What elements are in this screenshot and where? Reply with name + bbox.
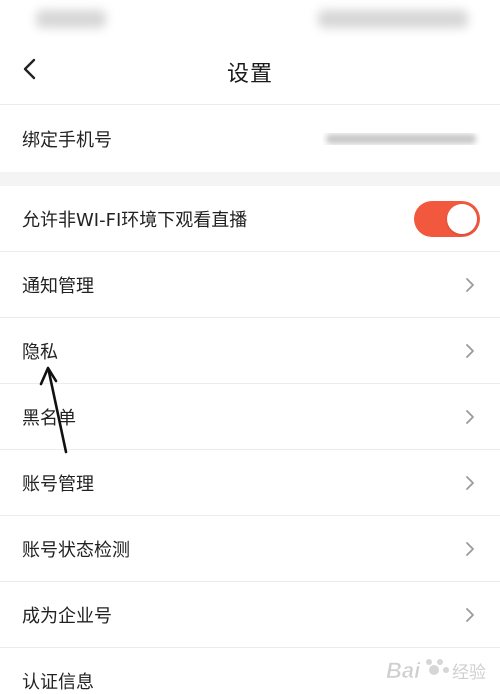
row-account-management[interactable]: 账号管理 <box>0 450 500 516</box>
svg-text:经验: 经验 <box>452 663 486 683</box>
title-bar: 设置 <box>0 38 500 104</box>
section-gap <box>0 172 500 186</box>
row-label: 通知管理 <box>22 276 94 297</box>
wifi-live-toggle[interactable] <box>414 201 480 237</box>
chevron-right-icon <box>466 608 474 622</box>
page-title: 设置 <box>226 62 273 87</box>
row-become-enterprise[interactable]: 成为企业号 <box>0 582 500 648</box>
status-bar <box>0 0 500 38</box>
chevron-right-icon <box>466 278 474 292</box>
row-label: 成为企业号 <box>22 606 112 627</box>
status-time-blurred <box>36 10 106 28</box>
chevron-right-icon <box>466 344 474 358</box>
row-blacklist[interactable]: 黑名单 <box>0 384 500 450</box>
bind-phone-label: 绑定手机号 <box>22 130 112 151</box>
status-icons-blurred <box>318 10 468 28</box>
baidu-watermark-logo: Bai 经验 <box>384 650 494 690</box>
settings-screen: 设置 绑定手机号 允许非WI-FI环境下观看直播 通知管理 隐私 黑名单 账号管… <box>0 0 500 694</box>
row-account-status-check[interactable]: 账号状态检测 <box>0 516 500 582</box>
svg-text:Bai: Bai <box>386 658 421 683</box>
row-label: 黑名单 <box>22 408 76 429</box>
chevron-right-icon <box>466 476 474 490</box>
row-label: 账号管理 <box>22 474 94 495</box>
row-label: 认证信息 <box>22 672 94 693</box>
chevron-right-icon <box>466 410 474 424</box>
row-label: 隐私 <box>22 342 58 363</box>
row-label: 账号状态检测 <box>22 540 130 561</box>
bind-phone-row[interactable]: 绑定手机号 <box>0 106 500 172</box>
row-notification-management[interactable]: 通知管理 <box>0 252 500 318</box>
wifi-live-label: 允许非WI-FI环境下观看直播 <box>22 210 248 231</box>
phone-number-blurred <box>326 134 476 144</box>
row-privacy[interactable]: 隐私 <box>0 318 500 384</box>
toggle-knob <box>447 204 477 234</box>
header-divider <box>0 104 500 105</box>
chevron-right-icon <box>466 542 474 556</box>
wifi-live-row: 允许非WI-FI环境下观看直播 <box>0 186 500 252</box>
